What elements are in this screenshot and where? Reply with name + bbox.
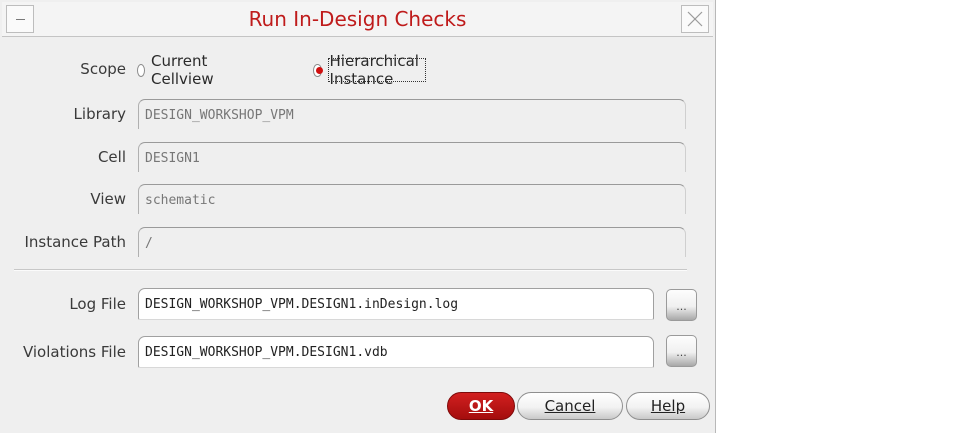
run-in-design-checks-dialog: Run In-Design Checks Scope Current Cellv… (0, 0, 716, 433)
radio-hierarchical-instance[interactable]: Hierarchical Instance (313, 52, 427, 88)
view-label: View (90, 190, 126, 208)
cell-label: Cell (97, 148, 126, 166)
log-file-input[interactable]: DESIGN_WORKSHOP_VPM.DESIGN1.inDesign.log (138, 288, 654, 320)
radio-selected-icon (313, 63, 323, 77)
cancel-button[interactable]: Cancel (517, 392, 623, 420)
instance-path-label: Instance Path (24, 233, 126, 251)
section-divider (14, 269, 687, 271)
instance-path-field[interactable]: / (138, 227, 686, 257)
ok-button[interactable]: OK (447, 392, 515, 420)
focus-ring: Hierarchical Instance (327, 52, 427, 88)
cancel-button-label: Cancel (544, 397, 596, 415)
log-file-browse-button[interactable]: ... (666, 289, 697, 321)
log-file-label: Log File (69, 295, 126, 313)
violations-file-browse-button[interactable]: ... (666, 335, 697, 367)
library-field[interactable]: DESIGN_WORKSHOP_VPM (138, 99, 686, 129)
cell-field[interactable]: DESIGN1 (138, 142, 686, 172)
radio-hierarchical-instance-label: Hierarchical Instance (329, 52, 419, 88)
scope-label: Scope (80, 60, 126, 78)
help-button[interactable]: Help (626, 392, 710, 420)
title-bar: Run In-Design Checks (2, 2, 713, 37)
ok-button-label: OK (468, 397, 494, 415)
radio-current-cellview[interactable]: Current Cellview (137, 52, 219, 88)
radio-selected-dot (316, 66, 323, 74)
radio-current-cellview-label: Current Cellview (151, 52, 214, 88)
dialog-title: Run In-Design Checks (248, 7, 467, 31)
view-field[interactable]: schematic (138, 184, 686, 214)
violations-file-label: Violations File (22, 343, 126, 361)
close-icon (687, 11, 703, 27)
close-button[interactable] (681, 5, 709, 33)
radio-unselected-icon (137, 63, 146, 77)
library-label: Library (73, 105, 126, 123)
violations-file-input[interactable]: DESIGN_WORKSHOP_VPM.DESIGN1.vdb (138, 336, 654, 368)
help-button-label: Help (650, 397, 686, 415)
